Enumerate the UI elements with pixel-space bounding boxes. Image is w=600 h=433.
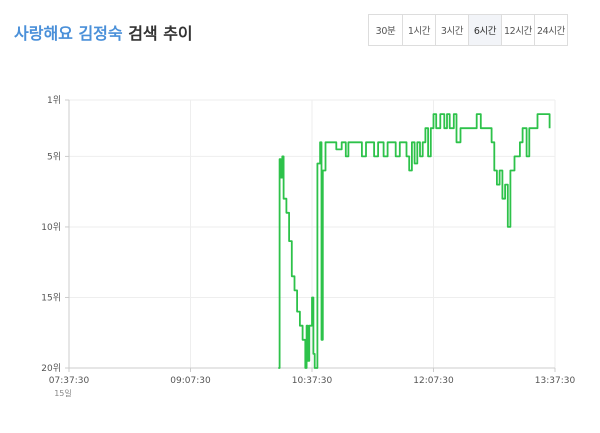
y-axis-ticks: 1위 5위 10위 15위 20위: [41, 95, 69, 374]
y-tick-label-0: 1위: [47, 95, 61, 106]
range-button-2[interactable]: 3시간: [435, 15, 468, 45]
range-button-0[interactable]: 30분: [369, 15, 402, 45]
x-tick-label-0: 07:37:30: [49, 376, 90, 386]
x-tick-label-1: 09:07:30: [170, 376, 211, 386]
x-tick-label-4: 13:37:30: [535, 376, 576, 386]
series-group: [278, 113, 551, 369]
time-range-selector: 30분 1시간 3시간 6시간 12시간 24시간: [368, 14, 568, 46]
range-button-5[interactable]: 24시간: [534, 15, 567, 45]
page-title: 사랑해요 김정숙 검색 추이: [14, 20, 193, 44]
x-tick-label-3: 12:07:30: [413, 376, 454, 386]
title-suffix: 검색 추이: [122, 24, 193, 43]
title-keyword: 사랑해요 김정숙: [14, 24, 123, 43]
y-tick-label-2: 10위: [41, 222, 61, 233]
y-tick-label-3: 15위: [41, 292, 61, 303]
range-button-3[interactable]: 6시간: [468, 15, 501, 45]
search-trend-chart: 1위 5위 10위 15위 20위 07:37:30 09:07:30 10:37:30 12…: [41, 95, 576, 398]
x-date-label: 15일: [54, 389, 72, 398]
grid-lines: [68, 99, 556, 369]
range-button-1[interactable]: 1시간: [402, 15, 435, 45]
y-tick-label-1: 5위: [47, 151, 61, 162]
x-axis-ticks: 07:37:30 09:07:30 10:37:30 12:07:30 13:37:30…: [49, 368, 576, 398]
chart-header: 사랑해요 김정숙 검색 추이 30분 1시간 3시간 6시간 12시간 24시간: [0, 0, 600, 60]
series-line-0: [278, 113, 551, 369]
range-button-4[interactable]: 12시간: [501, 15, 534, 45]
y-tick-label-4: 20위: [41, 363, 61, 374]
x-tick-label-2: 10:37:30: [292, 376, 333, 386]
